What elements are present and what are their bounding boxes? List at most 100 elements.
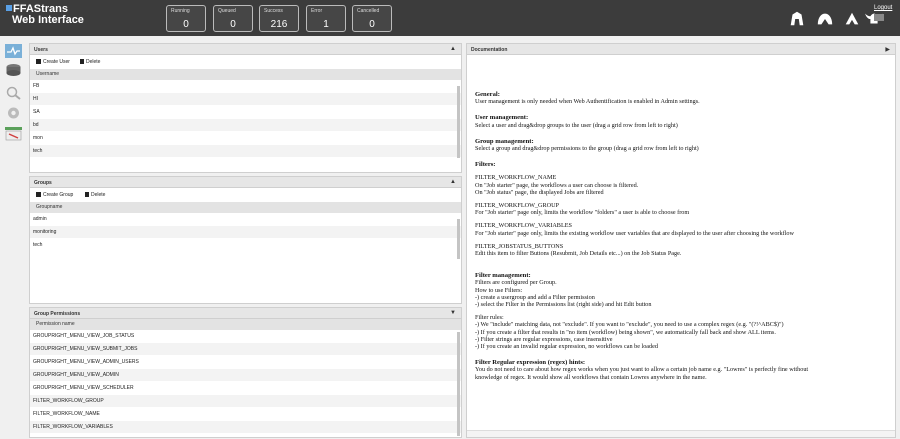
table-row[interactable]: GROUPRIGHT_MENU_VIEW_SCHEDULER: [30, 382, 461, 395]
doc-text: On "Job starter" page, the workflows a u…: [475, 181, 639, 189]
doc-filter-name: FILTER_WORKFLOW_VARIABLES: [475, 222, 572, 230]
counter-label: Error: [311, 8, 323, 14]
panel-title: Users: [34, 47, 48, 53]
doc-text: For "Job starter" page only, limits the …: [475, 209, 690, 217]
counter-cancelled[interactable]: Cancelled 0: [352, 5, 392, 32]
delete-user-button[interactable]: Delete: [80, 59, 100, 65]
table-row[interactable]: GROUPRIGHT_MENU_VIEW_ADMIN_USERS: [30, 356, 461, 369]
group-permissions-panel: Group Permissions ▼ Permission name GROU…: [29, 307, 462, 438]
doc-text: Select a user and drag&drop groups to th…: [475, 121, 678, 129]
delete-group-button[interactable]: Delete: [85, 192, 105, 198]
doc-text: -) If you create a filter that results i…: [475, 328, 776, 336]
plus-icon: [36, 59, 41, 64]
button-label: Delete: [91, 192, 106, 198]
button-label: Create Group: [43, 192, 74, 198]
groupname-column-header[interactable]: Groupname: [30, 202, 461, 213]
app-logo: FFAStrans Web Interface: [6, 4, 84, 26]
table-row[interactable]: FB: [30, 80, 461, 93]
doc-heading-general: General:: [475, 91, 500, 98]
counter-label: Running: [171, 8, 190, 14]
counter-running[interactable]: Running 0: [166, 5, 206, 32]
doc-text: For "Job starter" page only, limits the …: [475, 229, 794, 237]
table-row[interactable]: tech: [30, 145, 461, 158]
doc-text: Filters are configured per Group.: [475, 279, 557, 287]
create-user-button[interactable]: Create User: [36, 59, 70, 65]
panel-title: Group Permissions: [34, 311, 81, 317]
top-bar: FFAStrans Web Interface Running 0 Queued…: [0, 0, 900, 36]
chevron-right-icon[interactable]: ▶: [885, 46, 890, 53]
documentation-panel-header[interactable]: Documentation ▶: [467, 44, 895, 55]
doc-heading-regex-hints: Filter Regular expression (regex) hints:: [475, 359, 586, 367]
app-title-line2: Web Interface: [12, 14, 84, 26]
permission-name-column-header[interactable]: Permission name: [30, 319, 461, 330]
table-row[interactable]: GROUPRIGHT_MENU_VIEW_ADMIN: [30, 369, 461, 382]
users-scrollbar[interactable]: [457, 86, 460, 158]
doc-text: How to use Filters:: [475, 286, 523, 294]
table-row[interactable]: FILTER_WORKFLOW_VARIABLES: [30, 421, 461, 434]
groups-panel-header[interactable]: Groups ▲: [30, 177, 461, 188]
counter-value: 0: [183, 19, 189, 30]
chevron-down-icon[interactable]: ▼: [450, 310, 456, 316]
chevron-up-icon[interactable]: ▲: [450, 46, 456, 52]
helmet-icon-1[interactable]: [788, 10, 806, 28]
workflow-icon[interactable]: [5, 44, 22, 58]
table-row[interactable]: SA: [30, 106, 461, 119]
helmet-icon-3[interactable]: [843, 10, 861, 28]
counter-value: 1: [323, 19, 329, 30]
button-label: Create User: [43, 59, 70, 65]
documentation-body: General: User management is only needed …: [475, 82, 887, 381]
users-panel: Users ▲ Create User Delete Username FB H…: [29, 43, 462, 173]
doc-text: -) If you create an invalid regular expr…: [475, 343, 658, 351]
doc-text: Filter rules:: [475, 314, 504, 322]
logo-flag-icon: [6, 5, 12, 11]
doc-heading-group-management: Group management:: [475, 137, 534, 145]
hard-drive-icon[interactable]: [5, 63, 22, 77]
doc-text: On "Job status" page, the displayed Jobs…: [475, 188, 604, 196]
plus-icon: [36, 192, 41, 197]
doc-heading-filter-management: Filter management:: [475, 272, 531, 280]
groups-scrollbar[interactable]: [457, 219, 460, 259]
search-icon[interactable]: [5, 86, 22, 100]
table-row[interactable]: FILTER_WORKFLOW_NAME: [30, 408, 461, 421]
panel-title: Documentation: [471, 47, 508, 53]
doc-filter-name: FILTER_WORKFLOW_NAME: [475, 174, 557, 182]
users-toolbar: Create User Delete: [30, 55, 461, 69]
counter-value: 216: [270, 19, 288, 30]
logout-icon[interactable]: [874, 14, 884, 21]
username-column-header[interactable]: Username: [30, 69, 461, 80]
doc-text: knowledge of regex. It would show all wo…: [475, 373, 707, 381]
helmet-icon-2[interactable]: [816, 10, 834, 28]
table-row[interactable]: tech: [30, 239, 461, 252]
table-row[interactable]: bd: [30, 119, 461, 132]
table-row[interactable]: HI: [30, 93, 461, 106]
user-admin-icon[interactable]: [5, 127, 22, 141]
doc-text: -) create a usergroup and add a Filter p…: [475, 293, 595, 301]
doc-text: -) Filter strings are regular expression…: [475, 335, 613, 343]
users-panel-header[interactable]: Users ▲: [30, 44, 461, 55]
table-row[interactable]: FILTER_WORKFLOW_GROUP: [30, 395, 461, 408]
chevron-up-icon[interactable]: ▲: [450, 179, 456, 185]
doc-text: User management is only needed when Web …: [475, 98, 700, 106]
settings-icon[interactable]: [5, 106, 22, 120]
documentation-horizontal-scrollbar[interactable]: [467, 430, 895, 437]
table-row[interactable]: admin: [30, 213, 461, 226]
permissions-panel-header[interactable]: Group Permissions ▼: [30, 308, 461, 319]
groups-panel: Groups ▲ Create Group Delete Groupname a…: [29, 176, 462, 304]
table-row[interactable]: mon: [30, 132, 461, 145]
counter-value: 0: [369, 19, 375, 30]
counter-queued[interactable]: Queued 0: [213, 5, 253, 32]
doc-text: -) We "include" matching data, not "excl…: [475, 321, 784, 329]
create-group-button[interactable]: Create Group: [36, 192, 73, 198]
doc-filter-name: FILTER_WORKFLOW_GROUP: [475, 202, 559, 210]
table-row[interactable]: GROUPRIGHT_MENU_VIEW_SUBMIT_JOBS: [30, 343, 461, 356]
panel-title: Groups: [34, 180, 52, 186]
counter-success[interactable]: Success 216: [259, 5, 299, 32]
table-row[interactable]: monitoring: [30, 226, 461, 239]
doc-text: Edit this item to filter Buttons (Resubm…: [475, 250, 682, 258]
counter-error[interactable]: Error 1: [306, 5, 346, 32]
table-row[interactable]: GROUPRIGHT_MENU_VIEW_JOB_STATUS: [30, 330, 461, 343]
counter-label: Cancelled: [357, 8, 380, 14]
logout-link[interactable]: Logout: [874, 5, 892, 11]
permissions-scrollbar[interactable]: [457, 332, 460, 436]
